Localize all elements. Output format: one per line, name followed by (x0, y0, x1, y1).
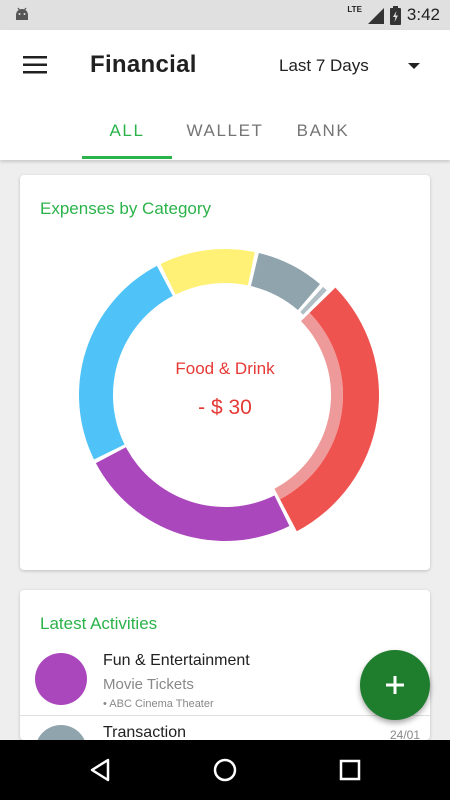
signal-icon (367, 8, 384, 24)
clock: 3:42 (406, 5, 440, 24)
system-nav-bar (0, 740, 450, 800)
donut-slice[interactable] (95, 447, 290, 541)
battery-icon (389, 5, 401, 25)
period-dropdown[interactable]: Last 7 Days (279, 56, 369, 76)
tab-wallet[interactable]: WALLET (180, 118, 270, 160)
donut-slice[interactable] (160, 249, 255, 295)
status-bar: LTE 3:42 (0, 0, 450, 30)
back-icon[interactable] (86, 756, 114, 784)
activity-name: Fun & Entertainment (103, 652, 250, 669)
category-avatar (35, 653, 87, 705)
menu-icon[interactable] (23, 55, 47, 75)
selected-category-label: Food & Drink (175, 359, 275, 378)
tab-all[interactable]: ALL (82, 118, 172, 160)
expenses-card: Expenses by Category Food & Drink - $ 30 (20, 175, 430, 570)
activity-subtitle: Movie Tickets (103, 676, 194, 693)
home-icon[interactable] (211, 756, 239, 784)
page-title: Financial (90, 51, 197, 78)
tab-indicator (82, 156, 172, 159)
divider (20, 715, 430, 716)
recents-icon[interactable] (336, 756, 364, 784)
dropdown-caret-icon[interactable] (408, 63, 420, 69)
selected-amount-label: - $ 30 (198, 396, 252, 419)
tab-bar: ALL WALLET BANK (0, 118, 450, 160)
android-icon (16, 7, 28, 20)
activity-meta: • ABC Cinema Theater (103, 698, 214, 710)
tab-bank[interactable]: BANK (278, 118, 368, 160)
activities-card-title: Latest Activities (40, 614, 158, 633)
app-bar: Financial Last 7 Days ALL WALLET BANK (0, 30, 450, 160)
plus-icon (386, 676, 404, 694)
add-button[interactable] (360, 650, 430, 720)
donut-slice[interactable] (250, 252, 321, 310)
network-type: LTE (347, 4, 362, 14)
